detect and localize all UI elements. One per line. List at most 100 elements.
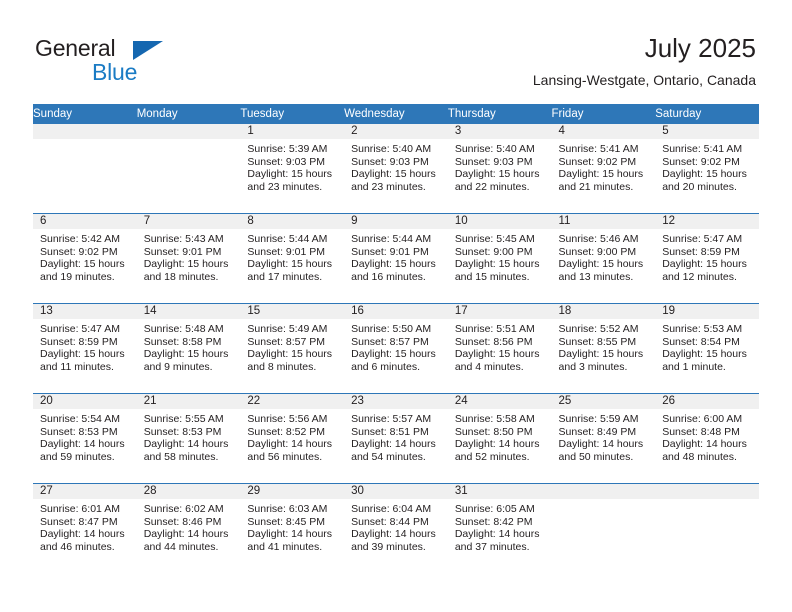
- day-detail-line: Daylight: 14 hours: [247, 528, 333, 541]
- calendar-cell: 11 Sunrise: 5:46 AM Sunset: 9:00 PM Dayligh…: [551, 213, 656, 304]
- calendar-day[interactable]: 18 Sunrise: 5:52 AM Sunset: 8:55 PM Dayligh…: [551, 304, 656, 393]
- calendar-day[interactable]: 1 Sunrise: 5:39 AM Sunset: 9:03 PM Daylight…: [240, 124, 345, 213]
- calendar-day[interactable]: 21 Sunrise: 5:55 AM Sunset: 8:53 PM Dayligh…: [136, 394, 241, 483]
- calendar-cell: [655, 483, 759, 573]
- calendar-day[interactable]: 7 Sunrise: 5:43 AM Sunset: 9:01 PM Daylight…: [136, 214, 241, 303]
- day-detail-line: Daylight: 15 hours: [662, 258, 747, 271]
- calendar-week-row: 1 Sunrise: 5:39 AM Sunset: 9:03 PM Daylight…: [33, 124, 759, 214]
- day-number: 6: [33, 214, 137, 229]
- calendar-cell: 6 Sunrise: 5:42 AM Sunset: 9:02 PM Daylight…: [33, 213, 137, 304]
- day-detail-line: and 23 minutes.: [351, 180, 426, 193]
- calendar-header-row: Sunday Monday Tuesday Wednesday Thursday Frid…: [33, 104, 759, 124]
- day-detail-line: and 17 minutes.: [247, 270, 323, 283]
- day-detail-line: Daylight: 15 hours: [558, 348, 644, 361]
- day-detail-line: and 56 minutes.: [247, 450, 323, 463]
- calendar-day[interactable]: 22 Sunrise: 5:56 AM Sunset: 8:52 PM Dayligh…: [240, 394, 345, 483]
- day-details: Sunrise: 5:41 AM Sunset: 9:02 PM Daylight:…: [552, 139, 656, 193]
- day-detail-line: Sunset: 8:49 PM: [558, 425, 637, 438]
- day-detail-line: Sunset: 8:44 PM: [351, 515, 429, 528]
- calendar-day[interactable]: 11 Sunrise: 5:46 AM Sunset: 9:00 PM Dayligh…: [551, 214, 656, 303]
- calendar-day[interactable]: 4 Sunrise: 5:41 AM Sunset: 9:02 PM Daylight…: [551, 124, 656, 213]
- calendar-day[interactable]: 25 Sunrise: 5:59 AM Sunset: 8:49 PM Dayligh…: [551, 394, 656, 483]
- day-detail-line: Sunset: 8:56 PM: [454, 335, 533, 348]
- weekday-header-sunday: Sunday: [33, 104, 137, 124]
- day-details: Sunrise: 5:49 AM Sunset: 8:57 PM Daylight:…: [240, 319, 344, 373]
- day-number: 18: [551, 304, 656, 319]
- day-detail-line: Daylight: 15 hours: [454, 168, 540, 181]
- day-detail-line: and 8 minutes.: [247, 360, 317, 373]
- day-number: 29: [240, 484, 345, 499]
- day-details: Sunrise: 5:54 AM Sunset: 8:53 PM Daylight:…: [33, 409, 137, 463]
- calendar-cell: 2 Sunrise: 5:40 AM Sunset: 9:03 PM Daylight…: [344, 124, 448, 214]
- day-detail-line: Daylight: 15 hours: [40, 258, 125, 271]
- calendar-day[interactable]: 27 Sunrise: 6:01 AM Sunset: 8:47 PM Dayligh…: [33, 484, 137, 573]
- day-detail-line: and 12 minutes.: [662, 270, 737, 283]
- day-detail-line: Sunrise: 6:01 AM: [40, 503, 120, 515]
- calendar-day[interactable]: 30 Sunrise: 6:04 AM Sunset: 8:44 PM Dayligh…: [344, 484, 448, 573]
- calendar-day[interactable]: 2 Sunrise: 5:40 AM Sunset: 9:03 PM Daylight…: [344, 124, 448, 213]
- calendar-week-row: 20 Sunrise: 5:54 AM Sunset: 8:53 PM Dayligh…: [33, 393, 759, 484]
- calendar-day[interactable]: 28 Sunrise: 6:02 AM Sunset: 8:46 PM Dayligh…: [136, 484, 241, 573]
- day-detail-line: Sunset: 9:01 PM: [247, 245, 326, 258]
- day-detail-line: Daylight: 14 hours: [558, 438, 644, 451]
- calendar-day[interactable]: 10 Sunrise: 5:45 AM Sunset: 9:00 PM Dayligh…: [447, 214, 552, 303]
- day-number: 15: [240, 304, 345, 319]
- day-number: 30: [344, 484, 448, 499]
- day-detail-line: Daylight: 15 hours: [143, 258, 229, 271]
- calendar-day[interactable]: 3 Sunrise: 5:40 AM Sunset: 9:03 PM Daylight…: [447, 124, 552, 213]
- calendar-day[interactable]: 26 Sunrise: 6:00 AM Sunset: 8:48 PM Dayligh…: [655, 394, 759, 483]
- day-detail-line: Sunrise: 5:59 AM: [558, 413, 639, 425]
- day-detail-line: and 9 minutes.: [143, 360, 213, 373]
- day-detail-line: and 44 minutes.: [143, 540, 219, 553]
- logo-triangle-icon: [133, 41, 163, 60]
- day-details: Sunrise: 5:44 AM Sunset: 9:01 PM Daylight:…: [344, 229, 448, 283]
- day-number: 13: [33, 304, 137, 319]
- day-detail-line: Daylight: 15 hours: [351, 168, 436, 181]
- day-detail-line: Daylight: 14 hours: [40, 438, 125, 451]
- calendar-cell: [551, 483, 656, 573]
- calendar-day[interactable]: 8 Sunrise: 5:44 AM Sunset: 9:01 PM Daylight…: [240, 214, 345, 303]
- calendar-day[interactable]: 9 Sunrise: 5:44 AM Sunset: 9:01 PM Daylight…: [344, 214, 448, 303]
- day-detail-line: Sunrise: 6:02 AM: [143, 503, 224, 515]
- calendar-day[interactable]: 6 Sunrise: 5:42 AM Sunset: 9:02 PM Daylight…: [33, 214, 137, 303]
- calendar-cell: 31 Sunrise: 6:05 AM Sunset: 8:42 PM Dayligh…: [447, 483, 552, 573]
- day-details: Sunrise: 6:03 AM Sunset: 8:45 PM Daylight:…: [240, 499, 344, 553]
- calendar-day[interactable]: 16 Sunrise: 5:50 AM Sunset: 8:57 PM Dayligh…: [344, 304, 448, 393]
- day-detail-line: Sunset: 8:52 PM: [247, 425, 326, 438]
- calendar-day[interactable]: 15 Sunrise: 5:49 AM Sunset: 8:57 PM Dayligh…: [240, 304, 345, 393]
- calendar-cell: 22 Sunrise: 5:56 AM Sunset: 8:52 PM Dayligh…: [240, 393, 345, 484]
- day-detail-line: and 22 minutes.: [454, 180, 530, 193]
- day-detail-line: Daylight: 15 hours: [662, 168, 747, 181]
- calendar-cell: 7 Sunrise: 5:43 AM Sunset: 9:01 PM Daylight…: [136, 213, 241, 304]
- day-detail-line: Sunset: 8:46 PM: [143, 515, 222, 528]
- weekday-header: Sunday Monday Tuesday Wednesday Thursday Frid…: [33, 104, 759, 124]
- weekday-header-saturday: Saturday: [655, 104, 759, 124]
- day-detail-line: and 4 minutes.: [454, 360, 524, 373]
- calendar-day[interactable]: 29 Sunrise: 6:03 AM Sunset: 8:45 PM Dayligh…: [240, 484, 345, 573]
- day-number: 31: [447, 484, 552, 499]
- calendar-cell: 24 Sunrise: 5:58 AM Sunset: 8:50 PM Dayligh…: [447, 393, 552, 484]
- day-detail-line: Daylight: 15 hours: [143, 348, 229, 361]
- calendar-day[interactable]: 20 Sunrise: 5:54 AM Sunset: 8:53 PM Dayligh…: [33, 394, 137, 483]
- calendar-cell: 3 Sunrise: 5:40 AM Sunset: 9:03 PM Daylight…: [447, 124, 552, 214]
- day-number: 3: [447, 124, 552, 139]
- calendar-page: General Blue July 2025 Lansing-Westgate,…: [0, 0, 792, 612]
- calendar-day[interactable]: 31 Sunrise: 6:05 AM Sunset: 8:42 PM Dayligh…: [447, 484, 552, 573]
- calendar-day[interactable]: 12 Sunrise: 5:47 AM Sunset: 8:59 PM Dayligh…: [655, 214, 759, 303]
- calendar-cell: 4 Sunrise: 5:41 AM Sunset: 9:02 PM Daylight…: [551, 124, 656, 214]
- day-detail-line: Sunrise: 5:57 AM: [351, 413, 432, 425]
- calendar-day[interactable]: 17 Sunrise: 5:51 AM Sunset: 8:56 PM Dayligh…: [447, 304, 552, 393]
- calendar-day[interactable]: 5 Sunrise: 5:41 AM Sunset: 9:02 PM Daylight…: [655, 124, 759, 213]
- day-number: 10: [447, 214, 552, 229]
- day-detail-line: Sunrise: 5:43 AM: [143, 233, 224, 245]
- calendar-day[interactable]: 14 Sunrise: 5:48 AM Sunset: 8:58 PM Dayligh…: [136, 304, 241, 393]
- calendar-day[interactable]: 13 Sunrise: 5:47 AM Sunset: 8:59 PM Dayligh…: [33, 304, 137, 393]
- calendar-day[interactable]: 24 Sunrise: 5:58 AM Sunset: 8:50 PM Dayligh…: [447, 394, 552, 483]
- calendar-day[interactable]: 19 Sunrise: 5:53 AM Sunset: 8:54 PM Dayligh…: [655, 304, 759, 393]
- day-details: Sunrise: 5:46 AM Sunset: 9:00 PM Daylight:…: [552, 229, 656, 283]
- day-details: Sunrise: 6:00 AM Sunset: 8:48 PM Daylight:…: [655, 409, 759, 463]
- page-subtitle: Lansing-Westgate, Ontario, Canada: [532, 72, 756, 88]
- day-detail-line: Sunrise: 5:49 AM: [247, 323, 328, 335]
- day-detail-line: Sunset: 8:57 PM: [351, 335, 429, 348]
- calendar-day[interactable]: 23 Sunrise: 5:57 AM Sunset: 8:51 PM Dayligh…: [344, 394, 448, 483]
